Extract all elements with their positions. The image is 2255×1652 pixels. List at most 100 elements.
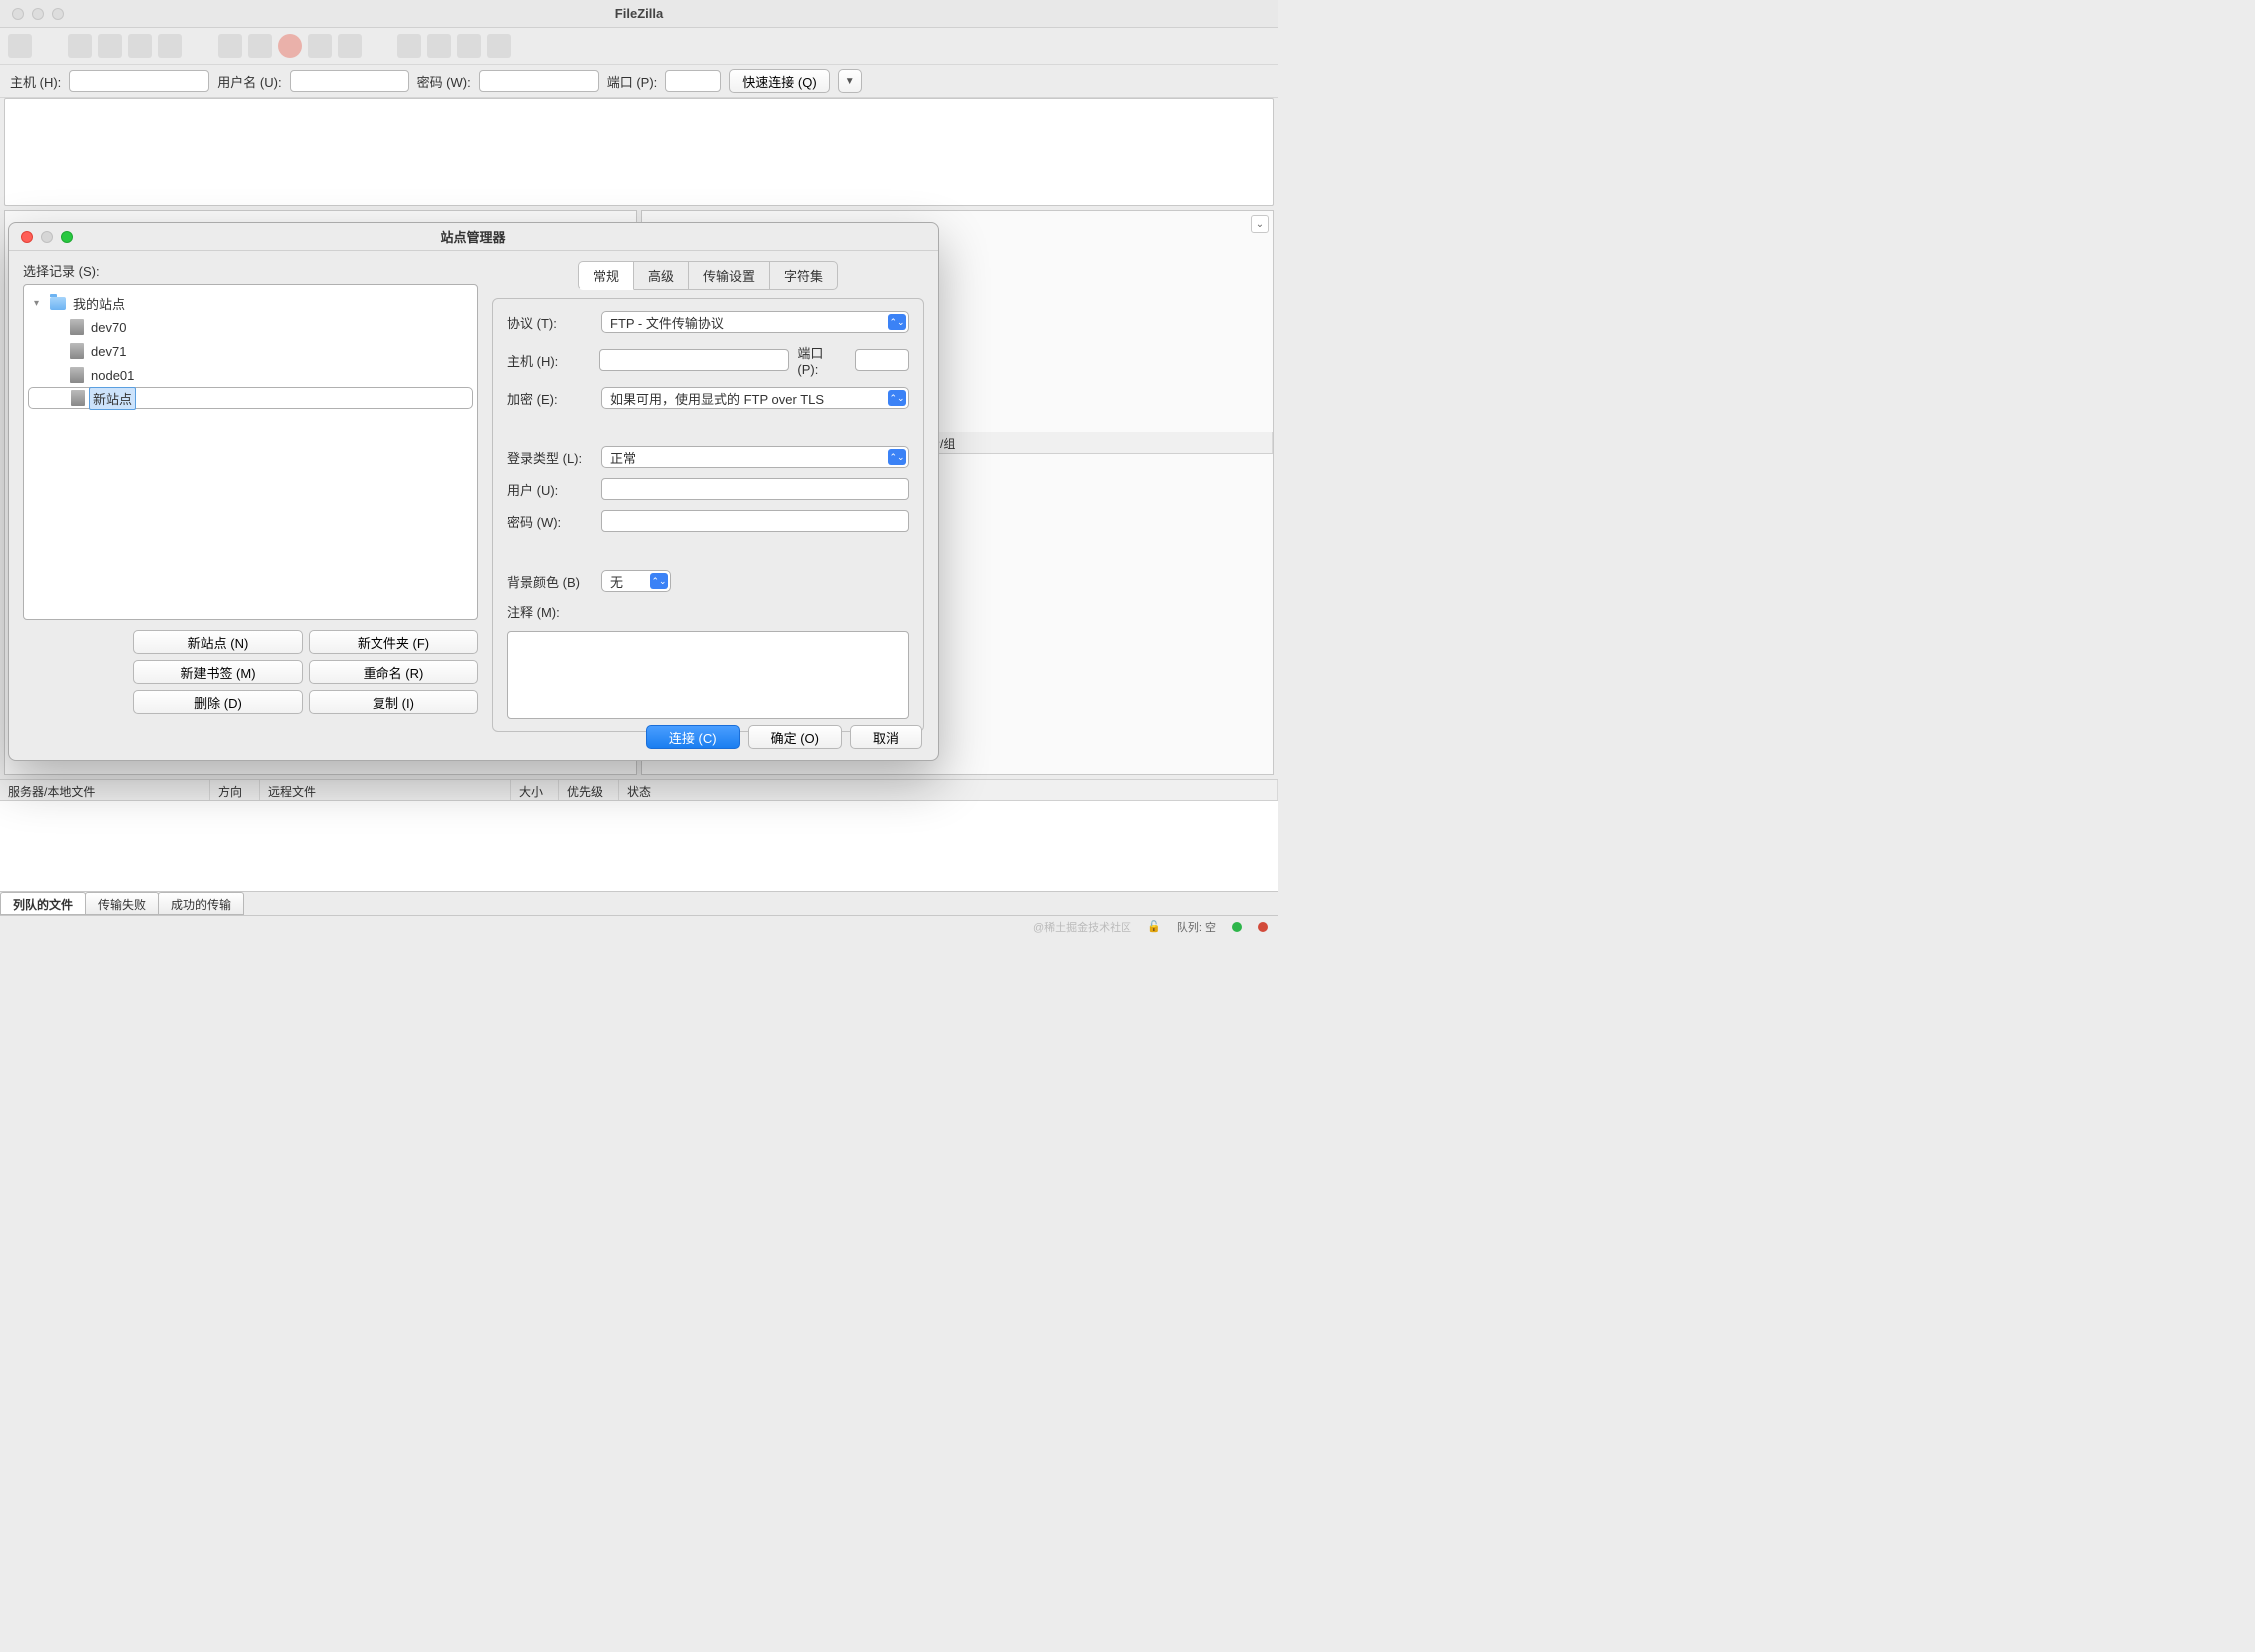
- qcol-server[interactable]: 服务器/本地文件: [0, 780, 210, 800]
- toolbar-icon[interactable]: [338, 34, 362, 58]
- chevron-updown-icon: ⌃⌄: [888, 314, 906, 330]
- tree-item-label: dev71: [88, 343, 129, 360]
- quickconnect-button[interactable]: 快速连接 (Q): [729, 69, 829, 93]
- chevron-updown-icon: ⌃⌄: [888, 390, 906, 406]
- tree-item-label: dev70: [88, 319, 129, 336]
- quickconnect-bar: 主机 (H): 用户名 (U): 密码 (W): 端口 (P): 快速连接 (Q…: [0, 64, 1278, 98]
- toolbar-icon[interactable]: [68, 34, 92, 58]
- port-input[interactable]: [665, 70, 721, 92]
- bgcolor-label: 背景颜色 (B): [507, 572, 593, 591]
- pass-input[interactable]: [479, 70, 599, 92]
- port-label: 端口 (P):: [607, 72, 658, 91]
- delete-button[interactable]: 删除 (D): [133, 690, 303, 714]
- toolbar-icon[interactable]: [308, 34, 332, 58]
- queue-headers: 服务器/本地文件 方向 远程文件 大小 优先级 状态: [0, 779, 1278, 801]
- pass-label: 密码 (W):: [417, 72, 471, 91]
- qcol-prio[interactable]: 优先级: [559, 780, 619, 800]
- bgcolor-select[interactable]: 无⌃⌄: [601, 570, 671, 592]
- tab-charset[interactable]: 字符集: [769, 261, 838, 290]
- lock-icon: 🔓: [1147, 920, 1161, 933]
- toolbar-icon[interactable]: [158, 34, 182, 58]
- protocol-select[interactable]: FTP - 文件传输协议⌃⌄: [601, 311, 909, 333]
- tree-site-new[interactable]: 新站点: [28, 387, 473, 409]
- tab-transfer-settings[interactable]: 传输设置: [688, 261, 770, 290]
- host-input[interactable]: [599, 349, 789, 371]
- copy-button[interactable]: 复制 (I): [309, 690, 478, 714]
- toolbar-icon[interactable]: [98, 34, 122, 58]
- tree-folder-mysites[interactable]: ▾ 我的站点: [28, 291, 473, 315]
- tree-item-label: 新站点: [89, 387, 136, 410]
- site-manager-icon[interactable]: [8, 34, 32, 58]
- host-label: 主机 (H):: [507, 351, 591, 370]
- server-icon: [70, 319, 84, 335]
- status-bar: @稀土掘金技术社区 🔓 队列: 空: [0, 915, 1278, 937]
- tree-site-dev70[interactable]: dev70: [28, 315, 473, 339]
- compare-icon[interactable]: [457, 34, 481, 58]
- activity-led-send: [1258, 922, 1268, 932]
- tree-site-dev71[interactable]: dev71: [28, 339, 473, 363]
- qcol-size[interactable]: 大小: [511, 780, 559, 800]
- new-site-button[interactable]: 新站点 (N): [133, 630, 303, 654]
- tree-item-label: 我的站点: [70, 293, 128, 314]
- message-log[interactable]: [4, 98, 1274, 206]
- qcol-dir[interactable]: 方向: [210, 780, 260, 800]
- dialog-tabs: 常规 高级 传输设置 字符集: [492, 261, 924, 290]
- refresh-icon[interactable]: [218, 34, 242, 58]
- port-input[interactable]: [855, 349, 909, 371]
- queue-body[interactable]: [0, 801, 1278, 891]
- main-titlebar: FileZilla: [0, 0, 1278, 28]
- main-toolbar: [0, 28, 1278, 64]
- quickconnect-history-button[interactable]: ▼: [838, 69, 862, 93]
- cancel-icon[interactable]: [278, 34, 302, 58]
- chevron-down-icon[interactable]: ▾: [34, 298, 46, 309]
- filter-icon[interactable]: [397, 34, 421, 58]
- host-input[interactable]: [69, 70, 209, 92]
- host-label: 主机 (H):: [10, 72, 61, 91]
- tab-failed-transfers[interactable]: 传输失败: [85, 892, 159, 915]
- user-label: 用户名 (U):: [217, 72, 281, 91]
- ok-button[interactable]: 确定 (O): [748, 725, 842, 749]
- encryption-label: 加密 (E):: [507, 389, 593, 408]
- tab-successful-transfers[interactable]: 成功的传输: [158, 892, 244, 915]
- search-icon[interactable]: [427, 34, 451, 58]
- tab-general[interactable]: 常规: [578, 261, 634, 290]
- dialog-footer: 连接 (C) 确定 (O) 取消: [9, 714, 938, 760]
- tab-advanced[interactable]: 高级: [633, 261, 689, 290]
- protocol-label: 协议 (T):: [507, 313, 593, 332]
- server-icon: [70, 367, 84, 383]
- encryption-select[interactable]: 如果可用，使用显式的 FTP over TLS⌃⌄: [601, 387, 909, 409]
- expand-icon[interactable]: ⌄: [1251, 215, 1269, 233]
- new-bookmark-button[interactable]: 新建书签 (M): [133, 660, 303, 684]
- general-panel: 协议 (T): FTP - 文件传输协议⌃⌄ 主机 (H): 端口 (P): 加…: [492, 298, 924, 732]
- app-title: FileZilla: [0, 6, 1278, 21]
- site-manager-dialog: 站点管理器 选择记录 (S): ▾ 我的站点 dev70 dev71: [8, 222, 939, 761]
- activity-led-recv: [1232, 922, 1242, 932]
- connect-button[interactable]: 连接 (C): [646, 725, 740, 749]
- tree-site-node01[interactable]: node01: [28, 363, 473, 387]
- select-entry-label: 选择记录 (S):: [23, 261, 478, 280]
- cancel-button[interactable]: 取消: [850, 725, 922, 749]
- process-icon[interactable]: [248, 34, 272, 58]
- binoculars-icon[interactable]: [487, 34, 511, 58]
- user-label: 用户 (U):: [507, 480, 593, 499]
- logon-type-select[interactable]: 正常⌃⌄: [601, 446, 909, 468]
- watermark: @稀土掘金技术社区: [1033, 919, 1131, 935]
- site-tree[interactable]: ▾ 我的站点 dev70 dev71 node01: [23, 284, 478, 620]
- user-input[interactable]: [601, 478, 909, 500]
- toolbar-icon[interactable]: [128, 34, 152, 58]
- new-folder-button[interactable]: 新文件夹 (F): [309, 630, 478, 654]
- qcol-status[interactable]: 状态: [619, 780, 1278, 800]
- user-input[interactable]: [290, 70, 409, 92]
- queue-tabs: 列队的文件 传输失败 成功的传输: [0, 891, 1278, 915]
- chevron-updown-icon: ⌃⌄: [650, 573, 668, 589]
- chevron-updown-icon: ⌃⌄: [888, 449, 906, 465]
- dialog-title: 站点管理器: [9, 227, 938, 246]
- tab-queued-files[interactable]: 列队的文件: [0, 892, 86, 915]
- rename-button[interactable]: 重命名 (R): [309, 660, 478, 684]
- comments-textarea[interactable]: [507, 631, 909, 719]
- password-input[interactable]: [601, 510, 909, 532]
- qcol-remote[interactable]: 远程文件: [260, 780, 511, 800]
- folder-icon: [50, 297, 66, 310]
- col-owner[interactable]: 所有者/组: [896, 432, 1273, 453]
- port-label: 端口 (P):: [797, 343, 847, 377]
